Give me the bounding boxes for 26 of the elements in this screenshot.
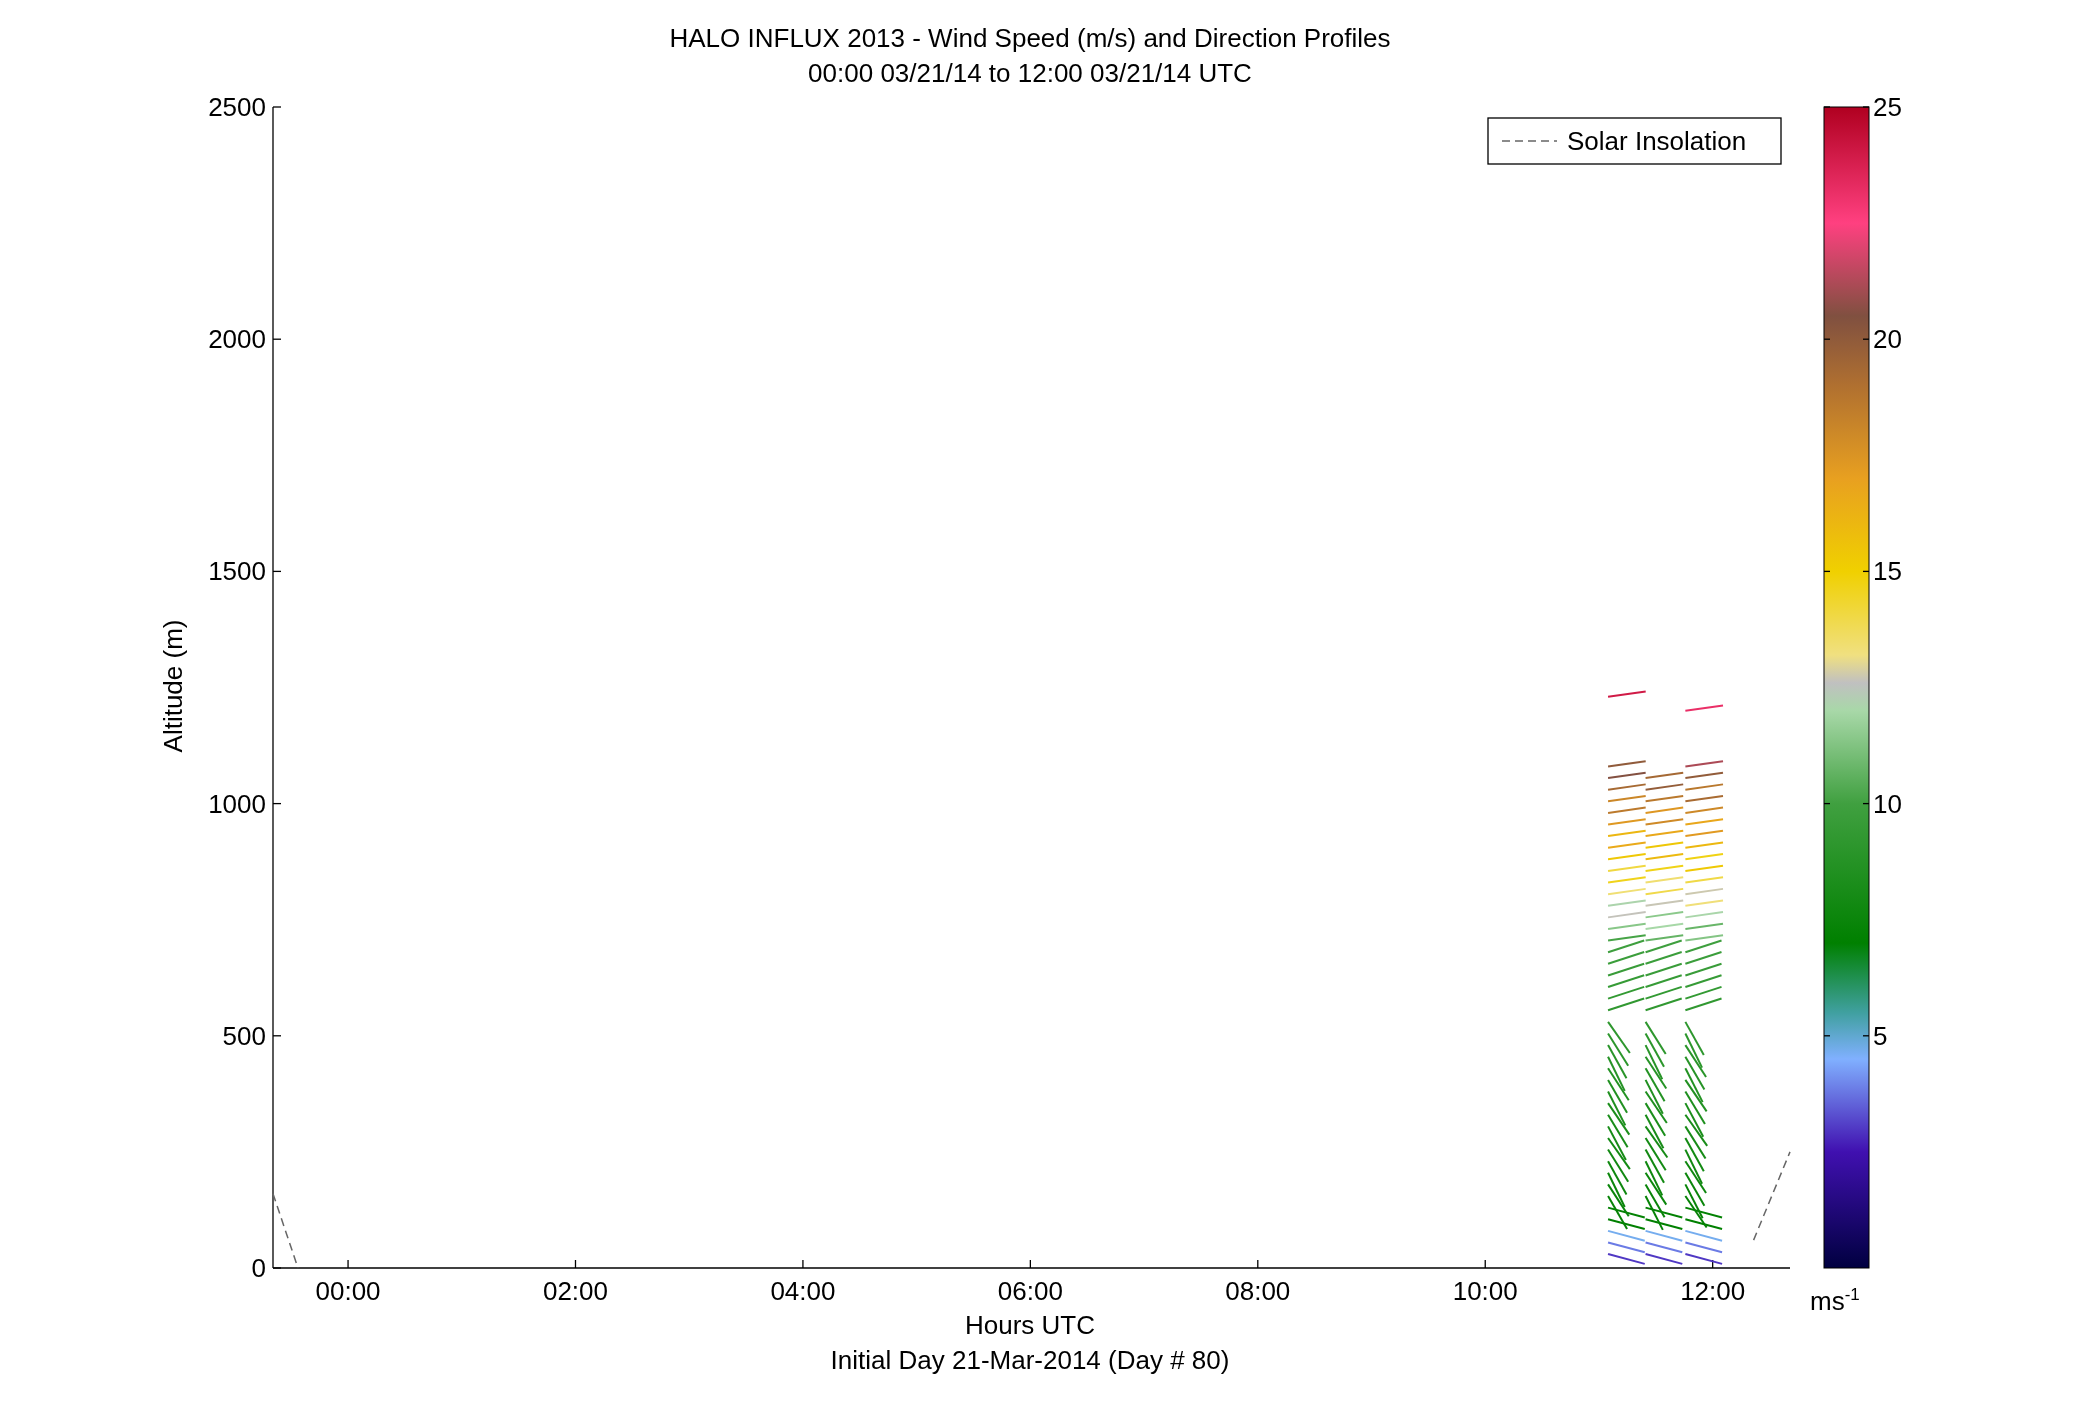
x-axis-label: Hours UTC: [965, 1310, 1095, 1340]
chart-title: HALO INFLUX 2013 - Wind Speed (m/s) and Direction Profiles: [669, 23, 1391, 53]
axis-tick-label: 04:00: [770, 1276, 836, 1306]
axis-tick-label: 08:00: [1225, 1276, 1291, 1306]
axis-tick-label: 2500: [208, 92, 266, 122]
axis-tick-label: 02:00: [542, 1276, 609, 1306]
chart-title: 00:00 03/21/14 to 12:00 03/21/14 UTC: [808, 58, 1252, 88]
colorbar-tick-label: 5: [1873, 1020, 1888, 1051]
colorbar-tick-label: 25: [1873, 92, 1902, 122]
axis-tick-label: 12:00: [1680, 1276, 1746, 1306]
chart-subtitle: Initial Day 21-Mar-2014 (Day # 80): [830, 1345, 1230, 1375]
axis-tick-label: 500: [222, 1020, 266, 1051]
colorbar-tick-label: 15: [1873, 556, 1902, 587]
axis-tick-label: 2000: [208, 324, 266, 355]
colorbar-tick-label: 20: [1873, 324, 1902, 355]
axis-tick-label: 1500: [208, 556, 266, 587]
colorbar-tick-label: 10: [1873, 788, 1902, 819]
axis-tick-label: 06:00: [997, 1276, 1063, 1306]
axis-tick-label: 1000: [208, 788, 266, 819]
y-axis-label: Altitude (m): [158, 619, 188, 753]
colorbar-unit-label: ms$^{-1}$: [1810, 1285, 1860, 1317]
axis-tick-label: 10:00: [1452, 1276, 1518, 1306]
axis-tick-label: 00:00: [315, 1276, 381, 1306]
axis-tick-label: 0: [251, 1253, 266, 1283]
legend-label: Solar Insolation: [1567, 126, 1747, 156]
legend-line-sample: [1501, 140, 1558, 142]
